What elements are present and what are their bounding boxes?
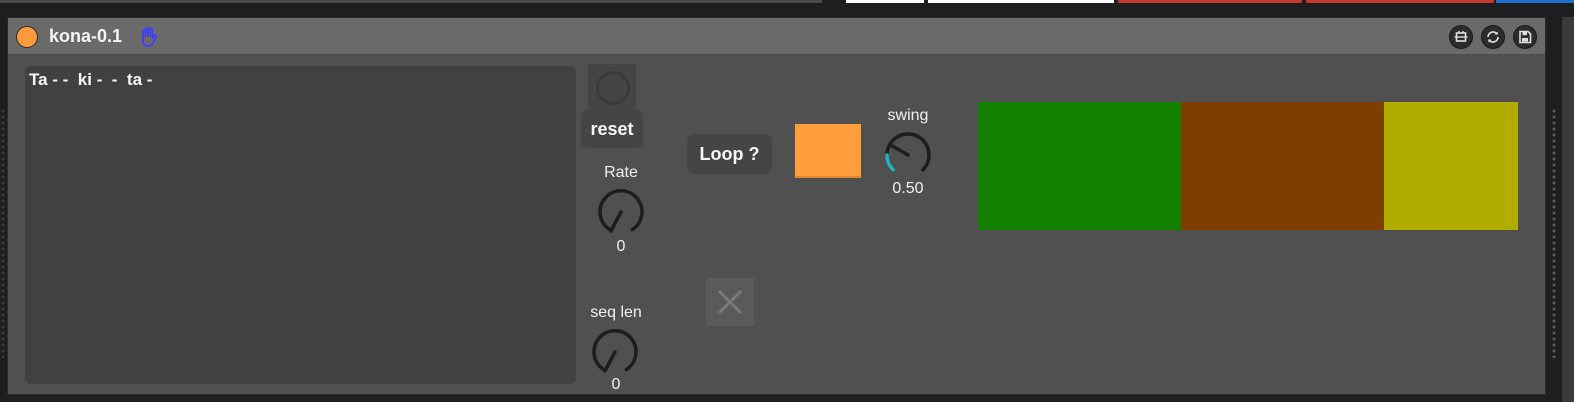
neighbour-track-strip — [0, 0, 1574, 3]
circle-trigger-button[interactable] — [588, 64, 636, 110]
color-cell-1[interactable] — [978, 102, 1181, 230]
left-grip — [0, 108, 6, 358]
hand-icon[interactable] — [137, 25, 161, 49]
close-toggle-button[interactable] — [706, 278, 754, 326]
device-name: kona-0.1 — [49, 26, 123, 46]
rate-knob[interactable] — [595, 186, 647, 238]
device-title-bar: kona-0.1 — [8, 18, 1545, 54]
hotswap-icon — [1454, 31, 1468, 42]
right-edge-panel — [1562, 17, 1574, 402]
refresh-icon — [1487, 31, 1499, 43]
resize-grip[interactable] — [1551, 108, 1557, 358]
rate-value: 0 — [616, 238, 626, 255]
seq-len-knob[interactable] — [589, 326, 641, 378]
sequence-text-panel[interactable]: Ta - - ki - - ta - — [25, 66, 576, 384]
hotswap-button[interactable] — [1449, 25, 1473, 49]
save-icon — [1519, 30, 1532, 44]
reset-button[interactable]: reset — [581, 110, 643, 148]
color-cell-2[interactable] — [1181, 102, 1384, 230]
close-icon — [717, 289, 743, 315]
rate-label: Rate — [604, 164, 638, 181]
swing-label: swing — [887, 107, 929, 124]
seq-len-label: seq len — [590, 304, 642, 321]
device-panel: kona-0.1 Ta - - ki - - ta - reset Rate 0… — [7, 17, 1546, 395]
loop-toggle[interactable] — [795, 124, 861, 178]
sequence-text: Ta - - ki - - ta - — [29, 70, 153, 89]
color-cell-3[interactable] — [1384, 102, 1518, 230]
circle-icon — [596, 71, 630, 105]
swing-knob[interactable] — [880, 129, 936, 181]
loop-button[interactable]: Loop ? — [687, 134, 772, 174]
swing-value: 0.50 — [892, 180, 924, 197]
device-power-button[interactable] — [16, 26, 38, 48]
seq-len-value: 0 — [611, 376, 621, 393]
step-color-bar[interactable] — [978, 102, 1518, 230]
save-button[interactable] — [1513, 25, 1537, 49]
refresh-button[interactable] — [1481, 25, 1505, 49]
